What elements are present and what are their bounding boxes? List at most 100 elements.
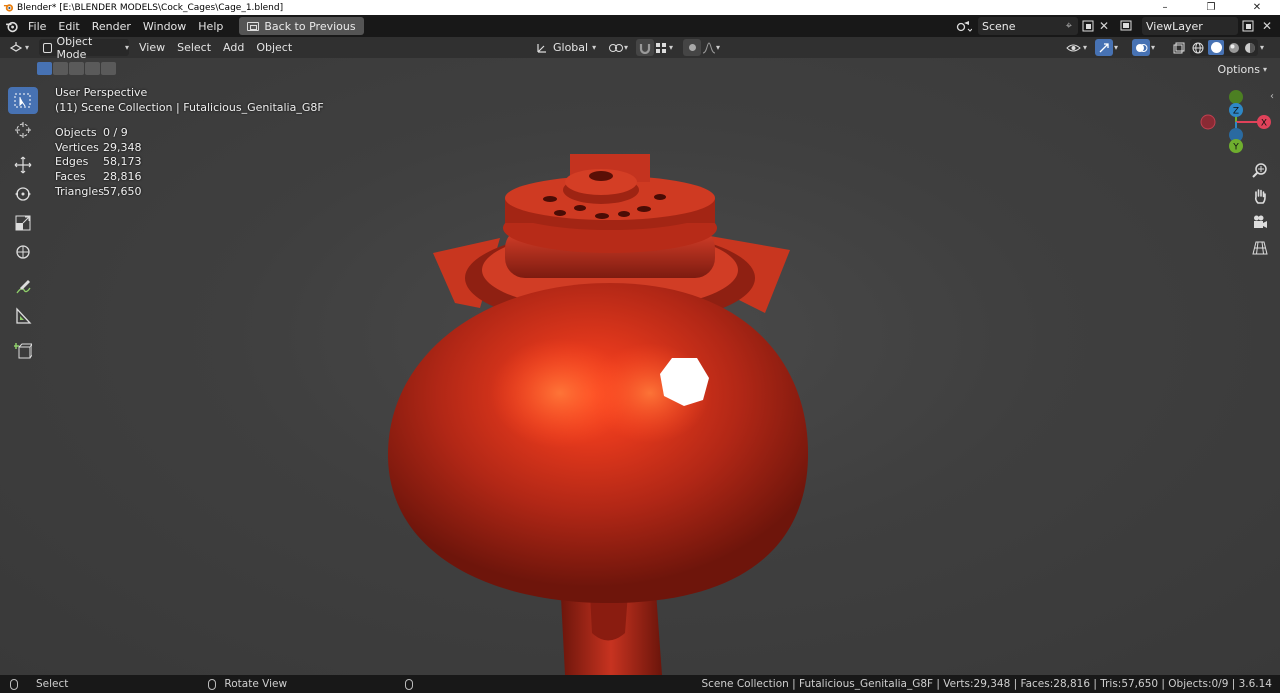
xray-icon [1173, 42, 1185, 53]
gizmo-z-label: Z [1233, 107, 1239, 117]
xray-toggle[interactable] [1170, 39, 1188, 56]
select-box-icon [14, 93, 31, 107]
visibility-dropdown[interactable]: ▾ [1066, 39, 1092, 56]
view-layer-field[interactable]: ViewLayer [1142, 17, 1238, 35]
ruler-icon [16, 306, 32, 324]
snap-toggle[interactable] [636, 39, 654, 56]
viewport-menu-object[interactable]: Object [250, 41, 298, 54]
object-mode-label: Object Mode [56, 34, 93, 61]
move-tool[interactable] [8, 151, 38, 178]
tool-shelf [8, 87, 40, 366]
editor-type-selector[interactable]: ▾ [9, 39, 35, 56]
stat-label: Vertices [55, 140, 99, 154]
stat-value: 58,173 [103, 155, 142, 169]
chevron-down-icon: ▾ [592, 43, 597, 52]
mouse-right-icon [405, 678, 414, 690]
overlays-toggle[interactable] [1132, 39, 1150, 56]
menu-file[interactable]: File [22, 20, 52, 33]
rotate-tool[interactable] [8, 180, 38, 207]
menu-edit[interactable]: Edit [52, 20, 85, 33]
perspective-toggle-button[interactable] [1248, 236, 1272, 260]
delete-view-layer-icon[interactable]: ✕ [1256, 17, 1278, 35]
collection-label: (11) Scene Collection | Futalicious_Geni… [55, 101, 324, 114]
scene-info-text: Scene Collection | Futalicious_Genitalia… [701, 678, 1272, 690]
shading-dropdown[interactable]: ▾ [1260, 39, 1274, 56]
rotate-hint-label: Rotate View [224, 678, 288, 690]
shading-mode-group [1190, 39, 1258, 56]
menu-render[interactable]: Render [86, 20, 137, 33]
chevron-down-icon: ▾ [1260, 43, 1265, 52]
select-box-tool[interactable] [8, 87, 38, 114]
status-select-hint: Select [10, 678, 68, 690]
gizmo-dropdown[interactable]: ▾ [1114, 39, 1128, 56]
grid-perspective-icon [1252, 241, 1268, 255]
view-layer-icon[interactable] [1117, 17, 1139, 35]
overlays-dropdown[interactable]: ▾ [1151, 39, 1165, 56]
rendered-shading-icon[interactable] [1244, 42, 1256, 54]
measure-tool[interactable] [8, 302, 38, 329]
delete-scene-icon[interactable]: ✕ [1093, 17, 1115, 35]
minimize-button[interactable]: – [1142, 0, 1188, 15]
stat-value: 28,816 [103, 170, 142, 184]
menu-help[interactable]: Help [192, 20, 229, 33]
screen-icon [247, 21, 260, 31]
scene-statistics: Objects 0 / 9 Vertices 29,348 Edges 58,173 … [55, 126, 324, 199]
stat-label: Triangles [55, 184, 104, 198]
gizmo-y-label: Y [1232, 143, 1239, 153]
snap-target-dropdown[interactable]: ▾ [655, 39, 681, 56]
solid-shading-button[interactable] [1208, 40, 1224, 55]
chevron-down-icon: ▾ [669, 43, 674, 52]
status-bar: Select Rotate View Scene Collection | Fu… [0, 675, 1280, 693]
window-title: Blender* [E:\BLENDER MODELS\Cock_Cages\C… [17, 2, 284, 13]
scale-tool[interactable] [8, 209, 38, 236]
scene-selector-icon[interactable] [953, 17, 975, 35]
material-preview-icon[interactable] [1228, 42, 1240, 54]
maximize-button[interactable]: ❐ [1188, 0, 1234, 15]
overlay-circles-icon [1135, 43, 1147, 52]
pin-icon[interactable]: ⌖ [1066, 19, 1072, 33]
viewport-menu-select[interactable]: Select [171, 41, 217, 54]
scene-name-field[interactable]: Scene ⌖ [978, 17, 1078, 35]
add-cube-tool[interactable] [8, 337, 38, 364]
camera-icon [1254, 215, 1267, 228]
cursor-tool[interactable] [8, 116, 38, 143]
proportional-edit-icon [688, 44, 696, 51]
proportional-editing-toggle[interactable] [683, 39, 701, 56]
options-dropdown[interactable]: Options ▾ [1213, 61, 1272, 77]
gizmo-neg-x-handle[interactable] [1200, 114, 1216, 130]
wireframe-shading-icon[interactable] [1192, 42, 1204, 54]
mouse-left-icon [10, 678, 18, 690]
scene-name: Scene [982, 19, 1016, 33]
object-mode-dropdown[interactable]: Object Mode ▾ [39, 35, 129, 61]
blender-menu-icon[interactable] [0, 15, 22, 37]
options-label: Options [1217, 62, 1260, 76]
stat-row: Objects 0 / 9 [55, 126, 324, 141]
annotate-tool[interactable] [8, 273, 38, 300]
navigation-gizmo[interactable]: Z X Y [1196, 88, 1276, 158]
falloff-dropdown[interactable]: ▾ [702, 39, 726, 56]
viewport-menu-view[interactable]: View [133, 41, 171, 54]
close-window-button[interactable]: ✕ [1234, 0, 1280, 15]
gizmo-pos-y-top-handle[interactable] [1229, 90, 1243, 104]
annotate-pen-icon [16, 279, 31, 293]
camera-view-button[interactable] [1248, 210, 1272, 234]
view-layer-name: ViewLayer [1146, 19, 1203, 33]
viewport-menu-add[interactable]: Add [217, 41, 250, 54]
chevron-down-icon: ▾ [25, 43, 30, 52]
transform-icon [16, 244, 30, 259]
zoom-button[interactable] [1248, 158, 1272, 182]
transform-tool[interactable] [8, 238, 38, 265]
chevron-down-icon: ▾ [1114, 43, 1119, 52]
pan-button[interactable] [1248, 184, 1272, 208]
eye-icon [1066, 44, 1081, 51]
pivot-point-dropdown[interactable]: ▾ [608, 39, 632, 56]
add-cube-icon [14, 342, 32, 358]
gizmo-toggle[interactable] [1095, 39, 1113, 56]
transform-orientation-dropdown[interactable]: Global ▾ [536, 39, 602, 56]
back-to-previous-button[interactable]: Back to Previous [239, 17, 364, 35]
menu-window[interactable]: Window [137, 20, 192, 33]
3d-viewport[interactable]: User Perspective (11) Scene Collection |… [0, 58, 1280, 675]
chevron-down-icon: ▾ [716, 43, 721, 52]
status-context-hint [405, 678, 421, 690]
mouse-middle-icon [208, 678, 217, 690]
